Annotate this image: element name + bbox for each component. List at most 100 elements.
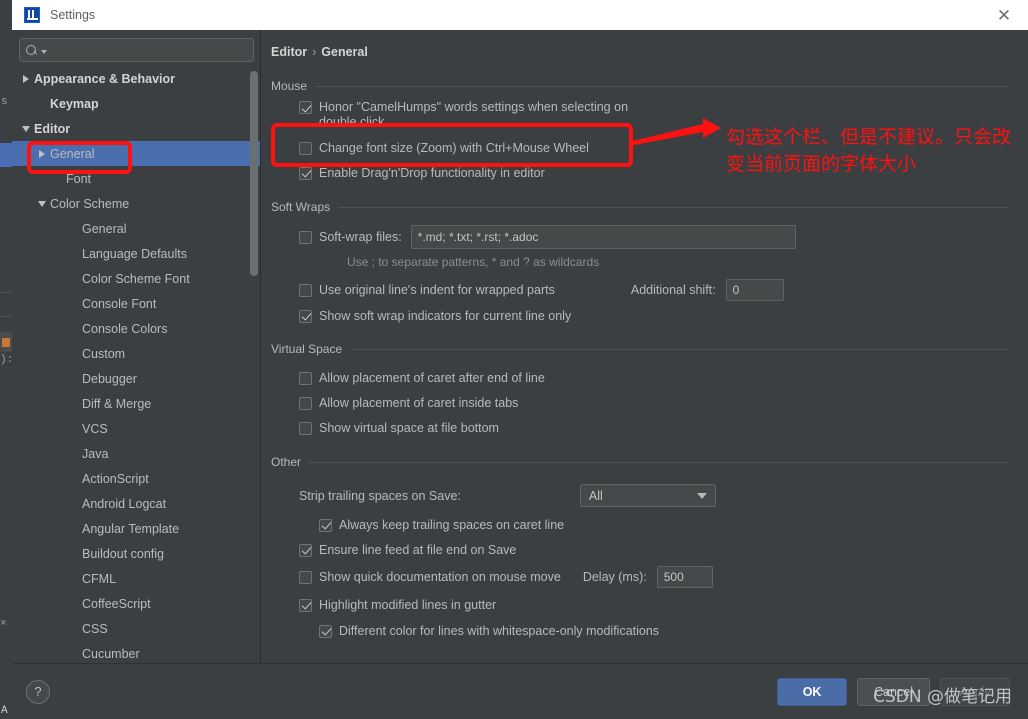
section-rule <box>309 461 1008 463</box>
sidebar-item-general[interactable]: General <box>12 141 260 166</box>
sidebar-item-console-colors[interactable]: Console Colors <box>12 316 260 341</box>
sidebar-item-font[interactable]: Font <box>12 166 260 191</box>
settings-tree[interactable]: Appearance & Behavior Keymap Editor General… <box>12 66 260 663</box>
ok-button[interactable]: OK <box>777 677 848 706</box>
checkbox-camelhumps[interactable] <box>299 101 312 114</box>
label-highlight-modified: Highlight modified lines in gutter <box>319 598 497 612</box>
section-virtual-space-rows: Allow placement of caret after end of li… <box>271 356 1008 439</box>
sidebar-item-angular-template[interactable]: Angular Template <box>12 516 260 541</box>
window-title: Settings <box>50 8 96 22</box>
help-button[interactable]: ? <box>26 679 50 704</box>
row-virtual-space-bottom[interactable]: Show virtual space at file bottom <box>299 417 1008 439</box>
background-left-strip <box>0 22 12 719</box>
sidebar-item-console-font[interactable]: Console Font <box>12 291 260 316</box>
sidebar-item-label: Language Defaults <box>82 246 187 261</box>
intellij-idea-icon <box>24 7 40 23</box>
select-strip-trailing[interactable]: All <box>579 484 716 507</box>
settings-sidebar: Appearance & Behavior Keymap Editor General… <box>12 30 261 663</box>
checkbox-highlight-modified[interactable] <box>299 598 312 612</box>
checkbox-softwrap-files[interactable] <box>299 230 312 244</box>
checkbox-quick-doc[interactable] <box>299 570 312 584</box>
label-caret-inside-tabs: Allow placement of caret inside tabs <box>319 396 519 410</box>
label-additional-shift: Additional shift: <box>630 283 716 297</box>
sidebar-item-cucumber[interactable]: Cucumber <box>12 641 260 663</box>
sidebar-item-keymap[interactable]: Keymap <box>12 91 260 116</box>
sidebar-item-color-scheme[interactable]: Color Scheme <box>12 191 260 216</box>
checkbox-label-camelhumps: Honor "CamelHumps" words settings when s… <box>319 100 629 129</box>
checkbox-always-keep-trailing[interactable] <box>319 518 332 532</box>
watermark: CSDN @做笔记用 <box>873 687 1012 707</box>
search-box[interactable] <box>19 38 254 62</box>
sidebar-item-color-scheme-font[interactable]: Color Scheme Font <box>12 266 260 291</box>
sidebar-item-label: VCS <box>82 421 108 436</box>
label-different-color: Different color for lines with whitespac… <box>339 624 660 638</box>
row-quick-doc[interactable]: Show quick documentation on mouse move D… <box>299 566 1008 588</box>
section-virtual-space-header: Virtual Space <box>271 342 1008 356</box>
search-input[interactable] <box>51 43 247 57</box>
sidebar-item-css[interactable]: CSS <box>12 616 260 641</box>
sidebar-item-cfml[interactable]: CFML <box>12 566 260 591</box>
sidebar-scrollbar-thumb[interactable] <box>250 71 258 276</box>
sidebar-item-actionscript[interactable]: ActionScript <box>12 466 260 491</box>
section-mouse-header: Mouse <box>271 79 1008 93</box>
title-bar: Settings ✕ <box>12 0 1028 30</box>
sidebar-item-general[interactable]: General <box>12 216 260 241</box>
sidebar-item-debugger[interactable]: Debugger <box>12 366 260 391</box>
sidebar-item-label: Custom <box>82 346 126 361</box>
sidebar-item-buildout-config[interactable]: Buildout config <box>12 541 260 566</box>
input-delay-ms[interactable] <box>656 566 713 588</box>
close-icon[interactable]: ✕ <box>990 7 1018 24</box>
background-artifact-text-5: A <box>1 705 8 717</box>
checkbox-caret-after-eol[interactable] <box>299 371 312 385</box>
softwrap-files-row[interactable]: Soft-wrap files: <box>299 225 1008 249</box>
checkbox-use-original-indent[interactable] <box>299 283 312 297</box>
checkbox-different-color[interactable] <box>319 624 332 638</box>
input-softwrap-files[interactable] <box>410 225 796 249</box>
chevron-right-icon[interactable] <box>18 74 34 83</box>
sidebar-item-label: Cucumber <box>82 646 140 661</box>
sidebar-item-custom[interactable]: Custom <box>12 341 260 366</box>
sidebar-item-label: Java <box>82 446 109 461</box>
sidebar-item-label: Color Scheme Font <box>82 271 190 286</box>
background-divider-1 <box>0 292 12 293</box>
row-caret-inside-tabs[interactable]: Allow placement of caret inside tabs <box>299 392 1008 414</box>
sidebar-item-editor[interactable]: Editor <box>12 116 260 141</box>
sidebar-item-coffeescript[interactable]: CoffeeScript <box>12 591 260 616</box>
label-virtual-space-bottom: Show virtual space at file bottom <box>319 421 499 435</box>
checkbox-label-dragndrop: Enable Drag'n'Drop functionality in edit… <box>319 166 545 180</box>
sidebar-item-label: Console Colors <box>82 321 168 336</box>
section-soft-wraps: Soft Wraps Soft-wrap files: Use ; to sep… <box>271 200 1008 327</box>
sidebar-item-language-defaults[interactable]: Language Defaults <box>12 241 260 266</box>
row-always-keep-trailing[interactable]: Always keep trailing spaces on caret lin… <box>299 514 1008 536</box>
row-highlight-modified[interactable]: Highlight modified lines in gutter <box>299 594 1008 616</box>
row-caret-after-eol[interactable]: Allow placement of caret after end of li… <box>299 367 1008 389</box>
row-different-color[interactable]: Different color for lines with whitespac… <box>299 620 1008 642</box>
sidebar-item-diff-merge[interactable]: Diff & Merge <box>12 391 260 416</box>
checkbox-virtual-space-bottom[interactable] <box>299 421 312 435</box>
breadcrumb-root[interactable]: Editor <box>271 45 307 59</box>
sidebar-item-android-logcat[interactable]: Android Logcat <box>12 491 260 516</box>
label-use-original-indent: Use original line's indent for wrapped p… <box>319 283 555 297</box>
hint-softwrap-patterns: Use ; to separate patterns, * and ? as w… <box>347 255 600 269</box>
row-ensure-linefeed[interactable]: Ensure line feed at file end on Save <box>299 539 1008 561</box>
checkbox-change-font-size[interactable] <box>299 141 312 155</box>
input-additional-shift[interactable] <box>725 279 784 301</box>
checkbox-show-soft-wrap-indicators[interactable] <box>299 309 312 323</box>
sidebar-item-appearance-behavior[interactable]: Appearance & Behavior <box>12 66 260 91</box>
row-use-original-indent[interactable]: Use original line's indent for wrapped p… <box>299 279 1008 301</box>
row-show-soft-wrap-indicators[interactable]: Show soft wrap indicators for current li… <box>299 305 1008 327</box>
checkbox-dragndrop[interactable] <box>299 166 312 180</box>
chevron-down-icon[interactable] <box>34 200 50 207</box>
chevron-down-icon[interactable] <box>18 125 34 132</box>
chevron-right-icon[interactable] <box>34 149 50 158</box>
sidebar-item-label: Color Scheme <box>50 196 130 211</box>
checkbox-caret-inside-tabs[interactable] <box>299 396 312 410</box>
sidebar-item-vcs[interactable]: VCS <box>12 416 260 441</box>
checkbox-ensure-linefeed[interactable] <box>299 543 312 557</box>
section-virtual-space: Virtual Space Allow placement of caret a… <box>271 342 1008 439</box>
sidebar-item-java[interactable]: Java <box>12 441 260 466</box>
section-virtual-space-title: Virtual Space <box>271 342 343 356</box>
label-show-soft-wrap-indicators: Show soft wrap indicators for current li… <box>319 309 572 323</box>
sidebar-item-label: General <box>82 221 127 236</box>
sidebar-item-label: Console Font <box>82 296 157 311</box>
